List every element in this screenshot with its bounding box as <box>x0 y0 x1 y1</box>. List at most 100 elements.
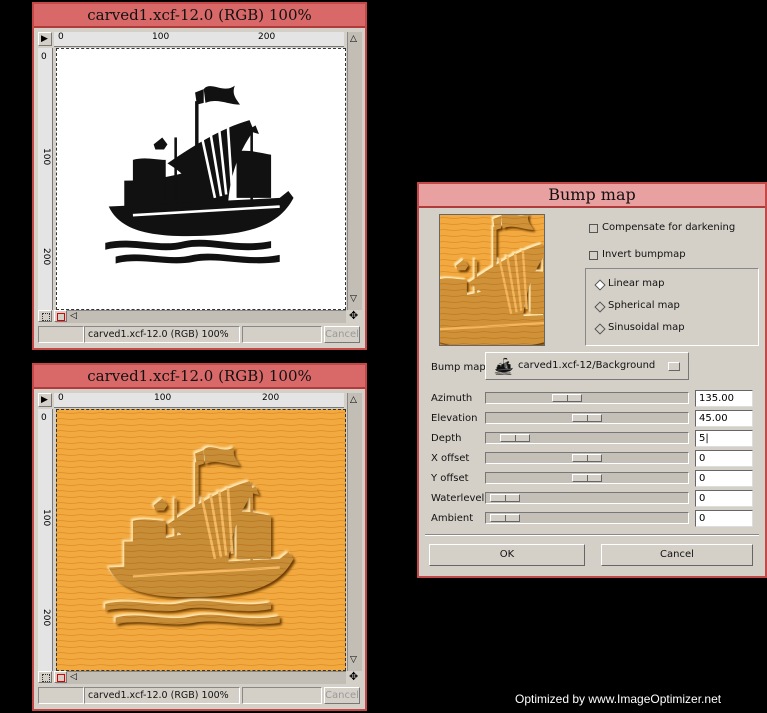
bottom-status-pointer <box>38 687 84 704</box>
top-progress-bar <box>242 326 322 343</box>
param-label: Elevation <box>431 413 478 424</box>
invert-label: Invert bumpmap <box>602 249 686 260</box>
param-label: Azimuth <box>431 393 473 404</box>
spherical-map-label: Spherical map <box>608 300 680 311</box>
preview-image <box>440 215 544 345</box>
quickmask-on-button[interactable] <box>54 671 67 683</box>
top-vertical-ruler: 0 100 200 <box>38 48 53 310</box>
ruler-label: 0 <box>41 52 47 62</box>
bump-preview <box>439 214 545 346</box>
param-value-input[interactable]: 0 <box>695 510 753 527</box>
dialog-separator <box>425 534 759 536</box>
param-value-input[interactable]: 135.00 <box>695 390 753 407</box>
ruler-label: 200 <box>262 393 280 403</box>
scroll-up-arrow-icon[interactable]: △ <box>350 34 357 45</box>
top-menu-button[interactable]: ▶ <box>38 32 52 46</box>
watermark-text: Optimized by www.ImageOptimizer.net <box>515 692 722 706</box>
quickmask-toggle-button[interactable] <box>38 310 52 322</box>
ruler-label: 0 <box>58 393 64 403</box>
scroll-down-arrow-icon[interactable]: ▽ <box>350 294 357 305</box>
bumpmap-select[interactable]: carved1.xcf-12/Background <box>485 352 689 380</box>
slider-handle[interactable] <box>490 514 520 522</box>
top-vertical-scrollbar[interactable]: △ ▽ <box>347 32 362 310</box>
bottom-window-title[interactable]: carved1.xcf-12.0 (RGB) 100% <box>34 365 365 389</box>
slider-handle[interactable] <box>572 454 602 462</box>
bump-map-dialog: Bump map Compensate for darkening Invert… <box>417 182 767 578</box>
param-slider[interactable] <box>485 412 689 424</box>
top-status-text: carved1.xcf-12.0 (RGB) 100% <box>84 326 240 343</box>
param-label: Ambient <box>431 513 474 524</box>
quickmask-on-button[interactable] <box>54 310 67 322</box>
ruler-label: 200 <box>258 32 276 42</box>
ship-silhouette <box>103 84 295 265</box>
bump-map-title[interactable]: Bump map <box>419 184 765 208</box>
param-label: Waterlevel <box>431 493 485 504</box>
bottom-image-canvas[interactable] <box>56 409 346 671</box>
bottom-cancel-button[interactable]: Cancel <box>324 687 360 704</box>
bumpmap-label: Bump map <box>431 362 486 373</box>
slider-handle[interactable] <box>490 494 520 502</box>
top-cancel-button[interactable]: Cancel <box>324 326 360 343</box>
bottom-progress-bar <box>242 687 322 704</box>
param-value-input[interactable]: 0 <box>695 470 753 487</box>
linear-map-label: Linear map <box>608 278 665 289</box>
param-label: Y offset <box>431 473 469 484</box>
dotted-square-icon <box>42 674 50 682</box>
quickmask-toggle-button[interactable] <box>38 671 52 683</box>
navigate-icon[interactable]: ✥ <box>349 310 358 321</box>
param-slider[interactable] <box>485 512 689 524</box>
bumpmap-thumbnail-icon <box>494 357 513 375</box>
bottom-status-text: carved1.xcf-12.0 (RGB) 100% <box>84 687 240 704</box>
bottom-menu-button[interactable]: ▶ <box>38 393 52 407</box>
dropdown-indicator-icon <box>668 362 680 371</box>
bottom-horizontal-scrollbar[interactable]: ◁ <box>56 671 346 684</box>
param-value-input[interactable]: 0 <box>695 490 753 507</box>
slider-handle[interactable] <box>572 474 602 482</box>
compensate-label: Compensate for darkening <box>602 222 736 233</box>
scroll-left-arrow-icon[interactable]: ◁ <box>70 311 77 322</box>
ruler-label: 200 <box>41 609 51 627</box>
param-value-input[interactable]: 5| <box>695 430 753 447</box>
scroll-down-arrow-icon[interactable]: ▽ <box>350 655 357 666</box>
top-horizontal-scrollbar[interactable]: ◁ <box>56 310 346 323</box>
slider-handle[interactable] <box>552 394 582 402</box>
param-slider[interactable] <box>485 452 689 464</box>
radio-sinusoidal-map[interactable] <box>594 323 606 335</box>
ruler-label: 0 <box>41 413 47 423</box>
slider-handle[interactable] <box>572 414 602 422</box>
bottom-horizontal-ruler: 0 100 200 <box>54 393 344 408</box>
menu-arrow-icon: ▶ <box>41 395 48 405</box>
param-value-input[interactable]: 45.00 <box>695 410 753 427</box>
map-type-group: Linear map Spherical map Sinusoidal map <box>585 268 759 346</box>
slider-handle[interactable] <box>500 434 530 442</box>
navigate-icon[interactable]: ✥ <box>349 671 358 682</box>
ruler-label: 100 <box>152 32 170 42</box>
top-image-window: carved1.xcf-12.0 (RGB) 100% ▶ 0 100 200 … <box>32 2 367 350</box>
cancel-button[interactable]: Cancel <box>601 544 753 566</box>
param-value-input[interactable]: 0 <box>695 450 753 467</box>
bottom-vertical-scrollbar[interactable]: △ ▽ <box>347 393 362 671</box>
scroll-up-arrow-icon[interactable]: △ <box>350 395 357 406</box>
compensate-checkbox[interactable] <box>589 224 598 233</box>
ruler-label: 0 <box>58 32 64 42</box>
ok-button[interactable]: OK <box>429 544 585 566</box>
ruler-label: 100 <box>41 509 51 527</box>
ruler-label: 100 <box>154 393 172 403</box>
bumpmap-value: carved1.xcf-12/Background <box>518 360 656 371</box>
bottom-image-window: carved1.xcf-12.0 (RGB) 100% ▶ 0 100 200 … <box>32 363 367 711</box>
param-slider[interactable] <box>485 432 689 444</box>
radio-spherical-map[interactable] <box>594 301 606 313</box>
top-window-title[interactable]: carved1.xcf-12.0 (RGB) 100% <box>34 4 365 28</box>
top-status-pointer <box>38 326 84 343</box>
param-slider[interactable] <box>485 492 689 504</box>
param-slider[interactable] <box>485 472 689 484</box>
red-square-icon <box>57 674 65 682</box>
menu-arrow-icon: ▶ <box>41 34 48 44</box>
top-image-canvas[interactable] <box>56 48 346 310</box>
param-slider[interactable] <box>485 392 689 404</box>
scroll-left-arrow-icon[interactable]: ◁ <box>70 672 77 683</box>
ruler-label: 200 <box>41 248 51 266</box>
invert-checkbox[interactable] <box>589 251 598 260</box>
sinusoidal-map-label: Sinusoidal map <box>608 322 685 333</box>
radio-linear-map[interactable] <box>594 279 606 291</box>
